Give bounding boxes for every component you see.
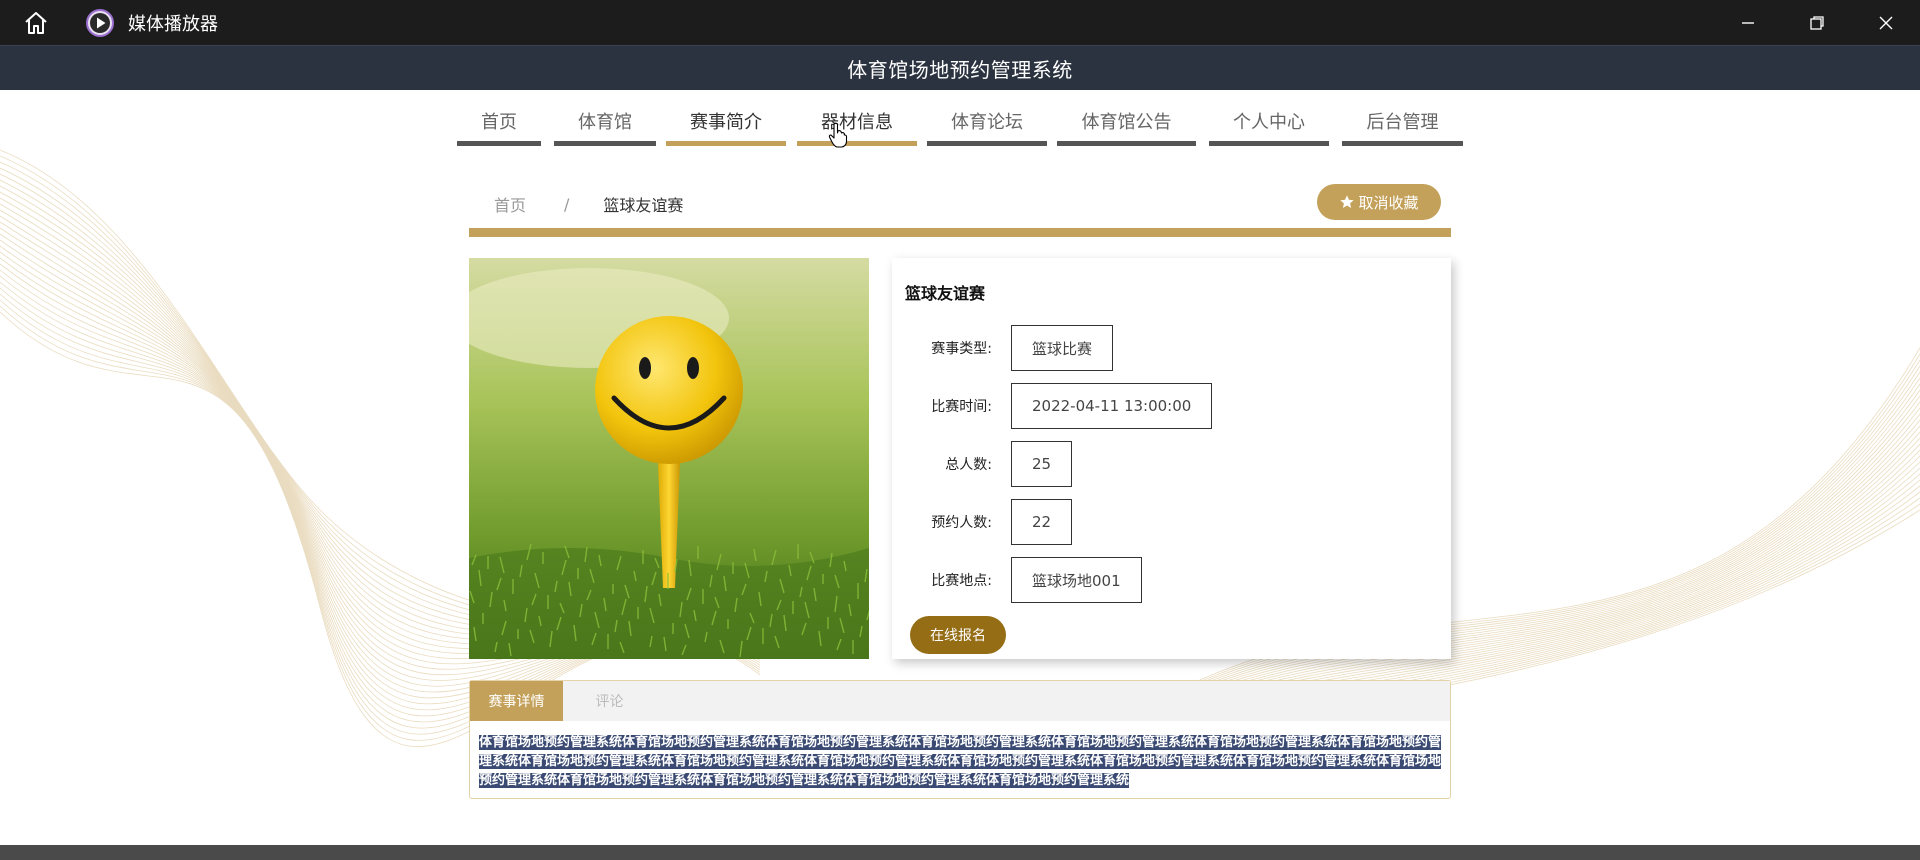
app-title: 媒体播放器 <box>128 13 218 35</box>
unfavorite-label: 取消收藏 <box>1358 193 1419 212</box>
nav-item-label: 体育馆 <box>578 112 632 133</box>
page-footer <box>0 845 1920 860</box>
breadcrumb: 首页 / 篮球友谊赛 <box>494 192 683 216</box>
unfavorite-button[interactable]: 取消收藏 <box>1317 184 1441 220</box>
event-image <box>469 258 869 659</box>
nav-item-profile[interactable]: 个人中心 <box>1209 90 1329 146</box>
site-header: 体育馆场地预约管理系统 <box>0 45 1920 90</box>
nav-item-admin[interactable]: 后台管理 <box>1342 90 1463 146</box>
field-value-type: 篮球比赛 <box>1011 325 1114 371</box>
breadcrumb-current: 篮球友谊赛 <box>603 196 684 215</box>
event-info-card: 篮球友谊赛 赛事类型: 篮球比赛 比赛时间: 2022-04-11 13:00:… <box>892 258 1451 659</box>
nav-item-home[interactable]: 首页 <box>457 90 541 146</box>
nav-item-equipment[interactable]: 器材信息 <box>797 90 917 146</box>
field-value-time: 2022-04-11 13:00:00 <box>1011 383 1213 429</box>
nav-item-forum[interactable]: 体育论坛 <box>927 90 1047 146</box>
breadcrumb-separator: / <box>564 194 570 214</box>
minimize-icon[interactable] <box>1713 0 1782 45</box>
tab-event-details[interactable]: 赛事详情 <box>470 681 563 721</box>
detail-tabs: 赛事详情 评论 <box>470 681 1450 721</box>
field-label: 赛事类型: <box>931 341 992 357</box>
field-value-location: 篮球场地001 <box>1011 557 1142 603</box>
nav-item-label: 器材信息 <box>821 112 893 133</box>
event-title: 篮球友谊赛 <box>905 284 986 303</box>
nav-item-label: 首页 <box>481 112 517 133</box>
detail-text: 体育馆场地预约管理系统体育馆场地预约管理系统体育馆场地预约管理系统体育馆场地预约… <box>479 735 1442 788</box>
field-row-total: 总人数: 25 <box>892 441 1073 487</box>
site-title: 体育馆场地预约管理系统 <box>847 57 1073 82</box>
window-controls <box>1713 0 1920 45</box>
main-nav: 首页 体育馆 赛事简介 器材信息 体育论坛 体育馆公告 个人中心 后台管理 <box>0 90 1920 146</box>
field-label: 比赛时间: <box>931 399 992 415</box>
nav-item-events[interactable]: 赛事简介 <box>666 90 786 146</box>
field-row-time: 比赛时间: 2022-04-11 13:00:00 <box>892 383 1213 429</box>
nav-item-label: 个人中心 <box>1233 112 1305 133</box>
window-titlebar: 媒体播放器 <box>0 0 1920 45</box>
nav-item-label: 后台管理 <box>1366 112 1439 133</box>
nav-item-label: 体育馆公告 <box>1081 112 1172 133</box>
nav-item-notices[interactable]: 体育馆公告 <box>1057 90 1196 146</box>
event-detail-content: 体育馆场地预约管理系统体育馆场地预约管理系统体育馆场地预约管理系统体育馆场地预约… <box>470 721 1450 790</box>
field-row-location: 比赛地点: 篮球场地001 <box>892 557 1142 603</box>
nav-item-gym[interactable]: 体育馆 <box>554 90 656 146</box>
section-divider <box>469 228 1451 237</box>
nav-item-label: 赛事简介 <box>690 112 762 133</box>
close-icon[interactable] <box>1851 0 1920 45</box>
field-value-booked: 22 <box>1011 499 1073 545</box>
field-row-booked: 预约人数: 22 <box>892 499 1073 545</box>
field-label: 预约人数: <box>931 515 992 531</box>
field-label: 总人数: <box>945 457 992 473</box>
nav-item-label: 体育论坛 <box>951 112 1023 133</box>
field-value-total: 25 <box>1011 441 1073 487</box>
online-signup-button[interactable]: 在线报名 <box>910 616 1006 654</box>
home-icon[interactable] <box>18 5 54 41</box>
field-label: 比赛地点: <box>931 573 992 589</box>
media-player-icon <box>86 8 114 37</box>
field-row-type: 赛事类型: 篮球比赛 <box>892 325 1114 371</box>
star-icon <box>1340 195 1355 208</box>
event-detail-panel: 赛事详情 评论 体育馆场地预约管理系统体育馆场地预约管理系统体育馆场地预约管理系… <box>469 680 1451 799</box>
tab-comments[interactable]: 评论 <box>563 681 656 721</box>
restore-icon[interactable] <box>1782 0 1851 45</box>
breadcrumb-home-link[interactable]: 首页 <box>494 192 526 216</box>
